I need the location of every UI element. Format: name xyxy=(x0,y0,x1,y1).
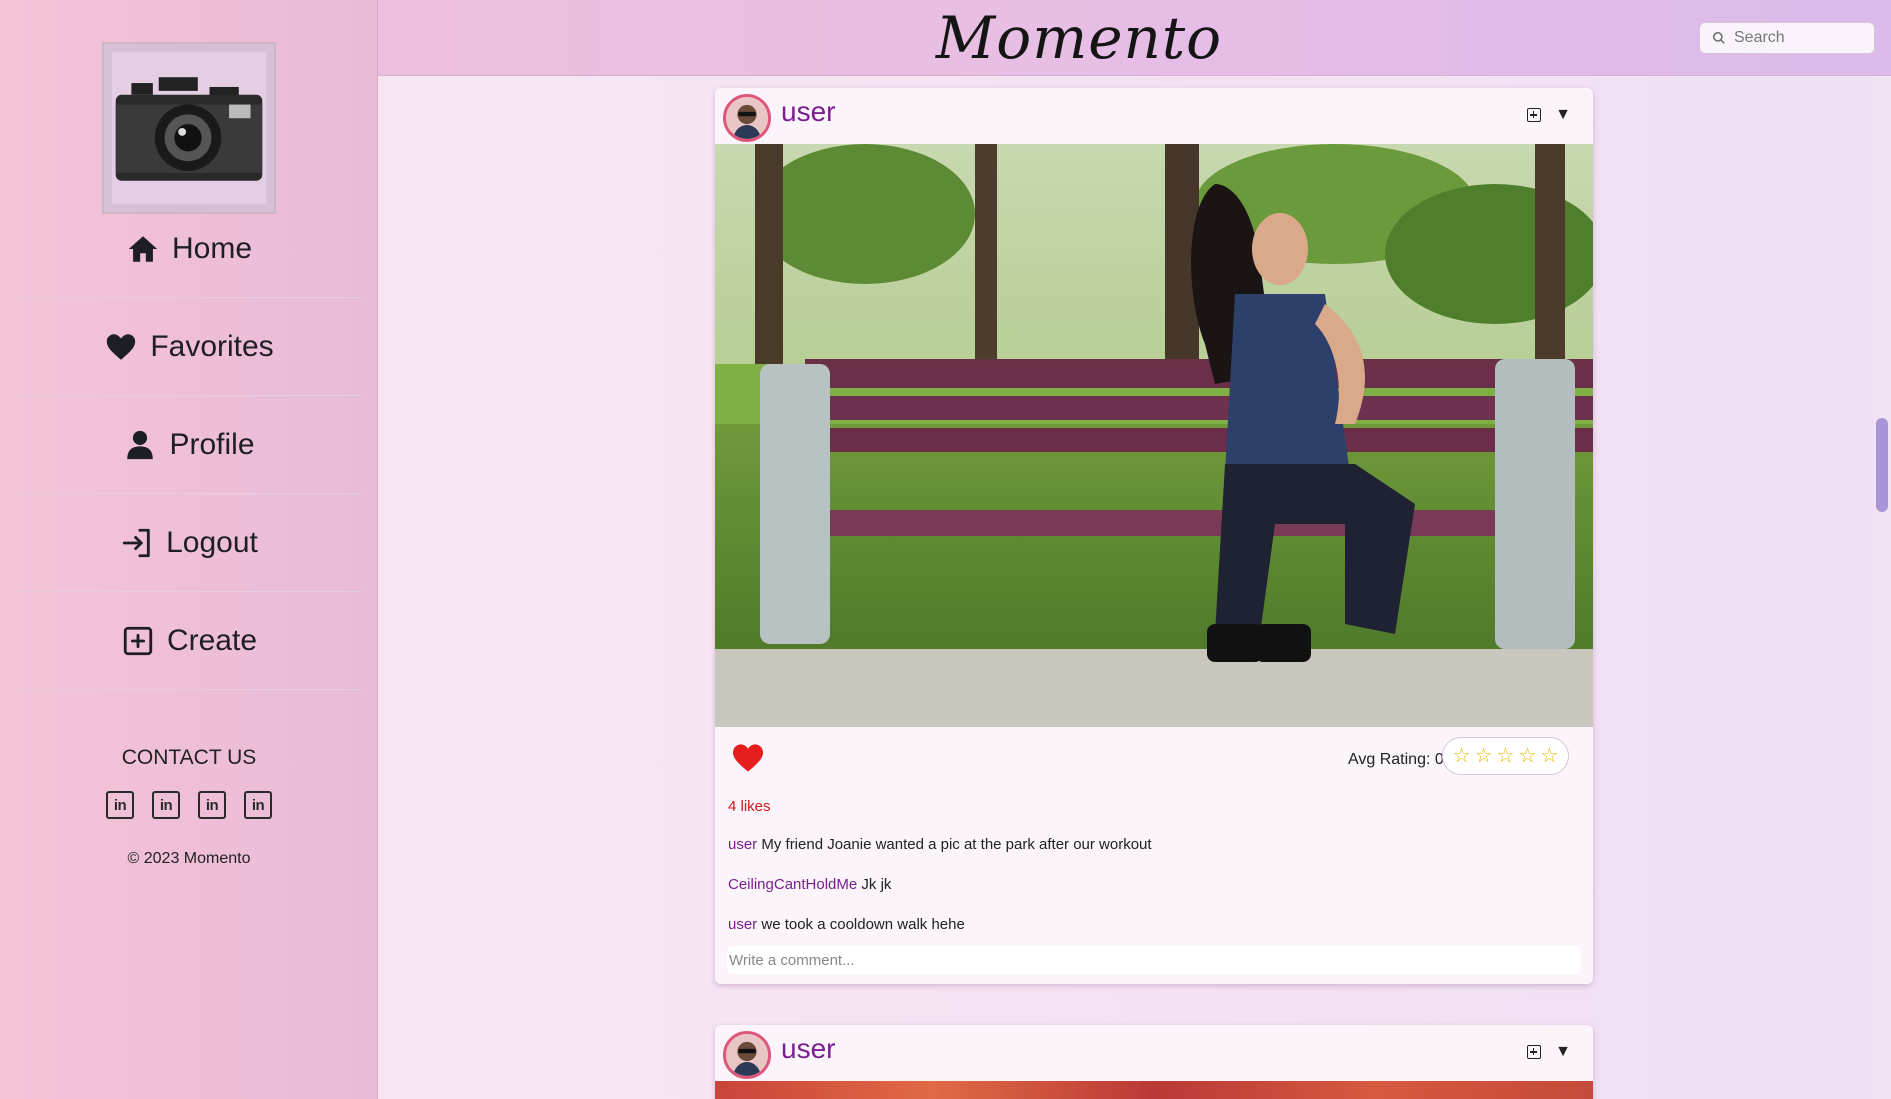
star-icon[interactable]: ☆ xyxy=(1497,746,1515,766)
dropdown-caret-icon[interactable]: ▼ xyxy=(1555,1043,1571,1061)
search-icon xyxy=(1713,32,1725,44)
post-card: user ▼ xyxy=(715,1025,1593,1099)
contact-us-heading: CONTACT US xyxy=(121,746,257,769)
comment-text: Jk jk xyxy=(861,876,892,893)
comment: CeilingCantHoldMe Jk jk xyxy=(728,876,891,893)
nav-profile[interactable]: Profile xyxy=(16,396,362,494)
star-rating[interactable]: ☆ ☆ ☆ ☆ ☆ xyxy=(1442,737,1569,775)
post-username[interactable]: user xyxy=(781,1033,835,1065)
nav-favorites[interactable]: Favorites xyxy=(16,298,362,396)
star-icon[interactable]: ☆ xyxy=(1453,746,1471,766)
comment-input[interactable] xyxy=(727,946,1581,974)
post-header: user ▼ xyxy=(715,1025,1593,1081)
copyright-text: © 2023 Momento xyxy=(127,850,251,867)
home-icon xyxy=(128,235,158,262)
top-header: Momento xyxy=(378,0,1891,76)
nav-home-label: Home xyxy=(171,231,253,265)
linkedin-icon[interactable]: in xyxy=(198,791,226,819)
nav-logout-label: Logout xyxy=(166,525,258,559)
nav-logout[interactable]: Logout xyxy=(16,494,362,592)
like-heart-icon[interactable] xyxy=(731,743,765,773)
linkedin-icon[interactable]: in xyxy=(106,791,134,819)
nav-create[interactable]: Create xyxy=(16,592,362,690)
nav-home[interactable]: Home xyxy=(16,200,362,298)
linkedin-icon[interactable]: in xyxy=(152,791,180,819)
comment: user My friend Joanie wanted a pic at th… xyxy=(728,836,1152,853)
logout-icon xyxy=(122,528,150,557)
star-icon[interactable]: ☆ xyxy=(1475,746,1493,766)
post-menu: ▼ xyxy=(1527,106,1571,124)
add-to-favorites-icon[interactable] xyxy=(1527,1045,1542,1059)
comment-author[interactable]: user xyxy=(728,916,757,933)
app-title: Momento xyxy=(935,4,1223,72)
scrollbar-thumb[interactable] xyxy=(1876,418,1888,512)
nav-favorites-label: Favorites xyxy=(150,329,274,363)
post-photo[interactable] xyxy=(715,144,1593,727)
post-actions: Avg Rating: 0 ☆ ☆ ☆ ☆ ☆ xyxy=(715,727,1593,791)
search-input[interactable] xyxy=(1734,29,1864,47)
sidebar: Home Favorites Profile Logout Create CON… xyxy=(0,0,378,1099)
add-to-favorites-icon[interactable] xyxy=(1527,108,1542,122)
linkedin-icon[interactable]: in xyxy=(244,791,272,819)
comment: user we took a cooldown walk hehe xyxy=(728,916,965,933)
comment-text: My friend Joanie wanted a pic at the par… xyxy=(761,836,1152,853)
person-icon xyxy=(127,430,154,459)
star-icon[interactable]: ☆ xyxy=(1518,746,1536,766)
star-icon[interactable]: ☆ xyxy=(1540,746,1558,766)
post-card: user ▼ xyxy=(715,88,1593,984)
post-menu: ▼ xyxy=(1527,1043,1571,1061)
avatar[interactable] xyxy=(723,94,771,142)
camera-logo xyxy=(102,42,276,214)
avg-rating: Avg Rating: 0 xyxy=(1348,751,1444,768)
search-box xyxy=(1699,22,1875,54)
post-username[interactable]: user xyxy=(781,96,835,128)
nav-profile-label: Profile xyxy=(169,427,255,461)
heart-icon xyxy=(107,333,136,360)
scrollbar-track[interactable] xyxy=(1873,76,1891,1099)
comment-author[interactable]: user xyxy=(728,836,757,853)
likes-count: 4 likes xyxy=(728,798,771,815)
avatar[interactable] xyxy=(723,1031,771,1079)
comment-text: we took a cooldown walk hehe xyxy=(761,916,965,933)
plus-square-icon xyxy=(123,626,153,655)
comment-author[interactable]: CeilingCantHoldMe xyxy=(728,876,857,893)
dropdown-caret-icon[interactable]: ▼ xyxy=(1555,106,1571,124)
post-photo[interactable] xyxy=(715,1081,1593,1099)
social-links: in in in in xyxy=(106,791,272,819)
nav-create-label: Create xyxy=(166,623,258,657)
post-header: user ▼ xyxy=(715,88,1593,144)
